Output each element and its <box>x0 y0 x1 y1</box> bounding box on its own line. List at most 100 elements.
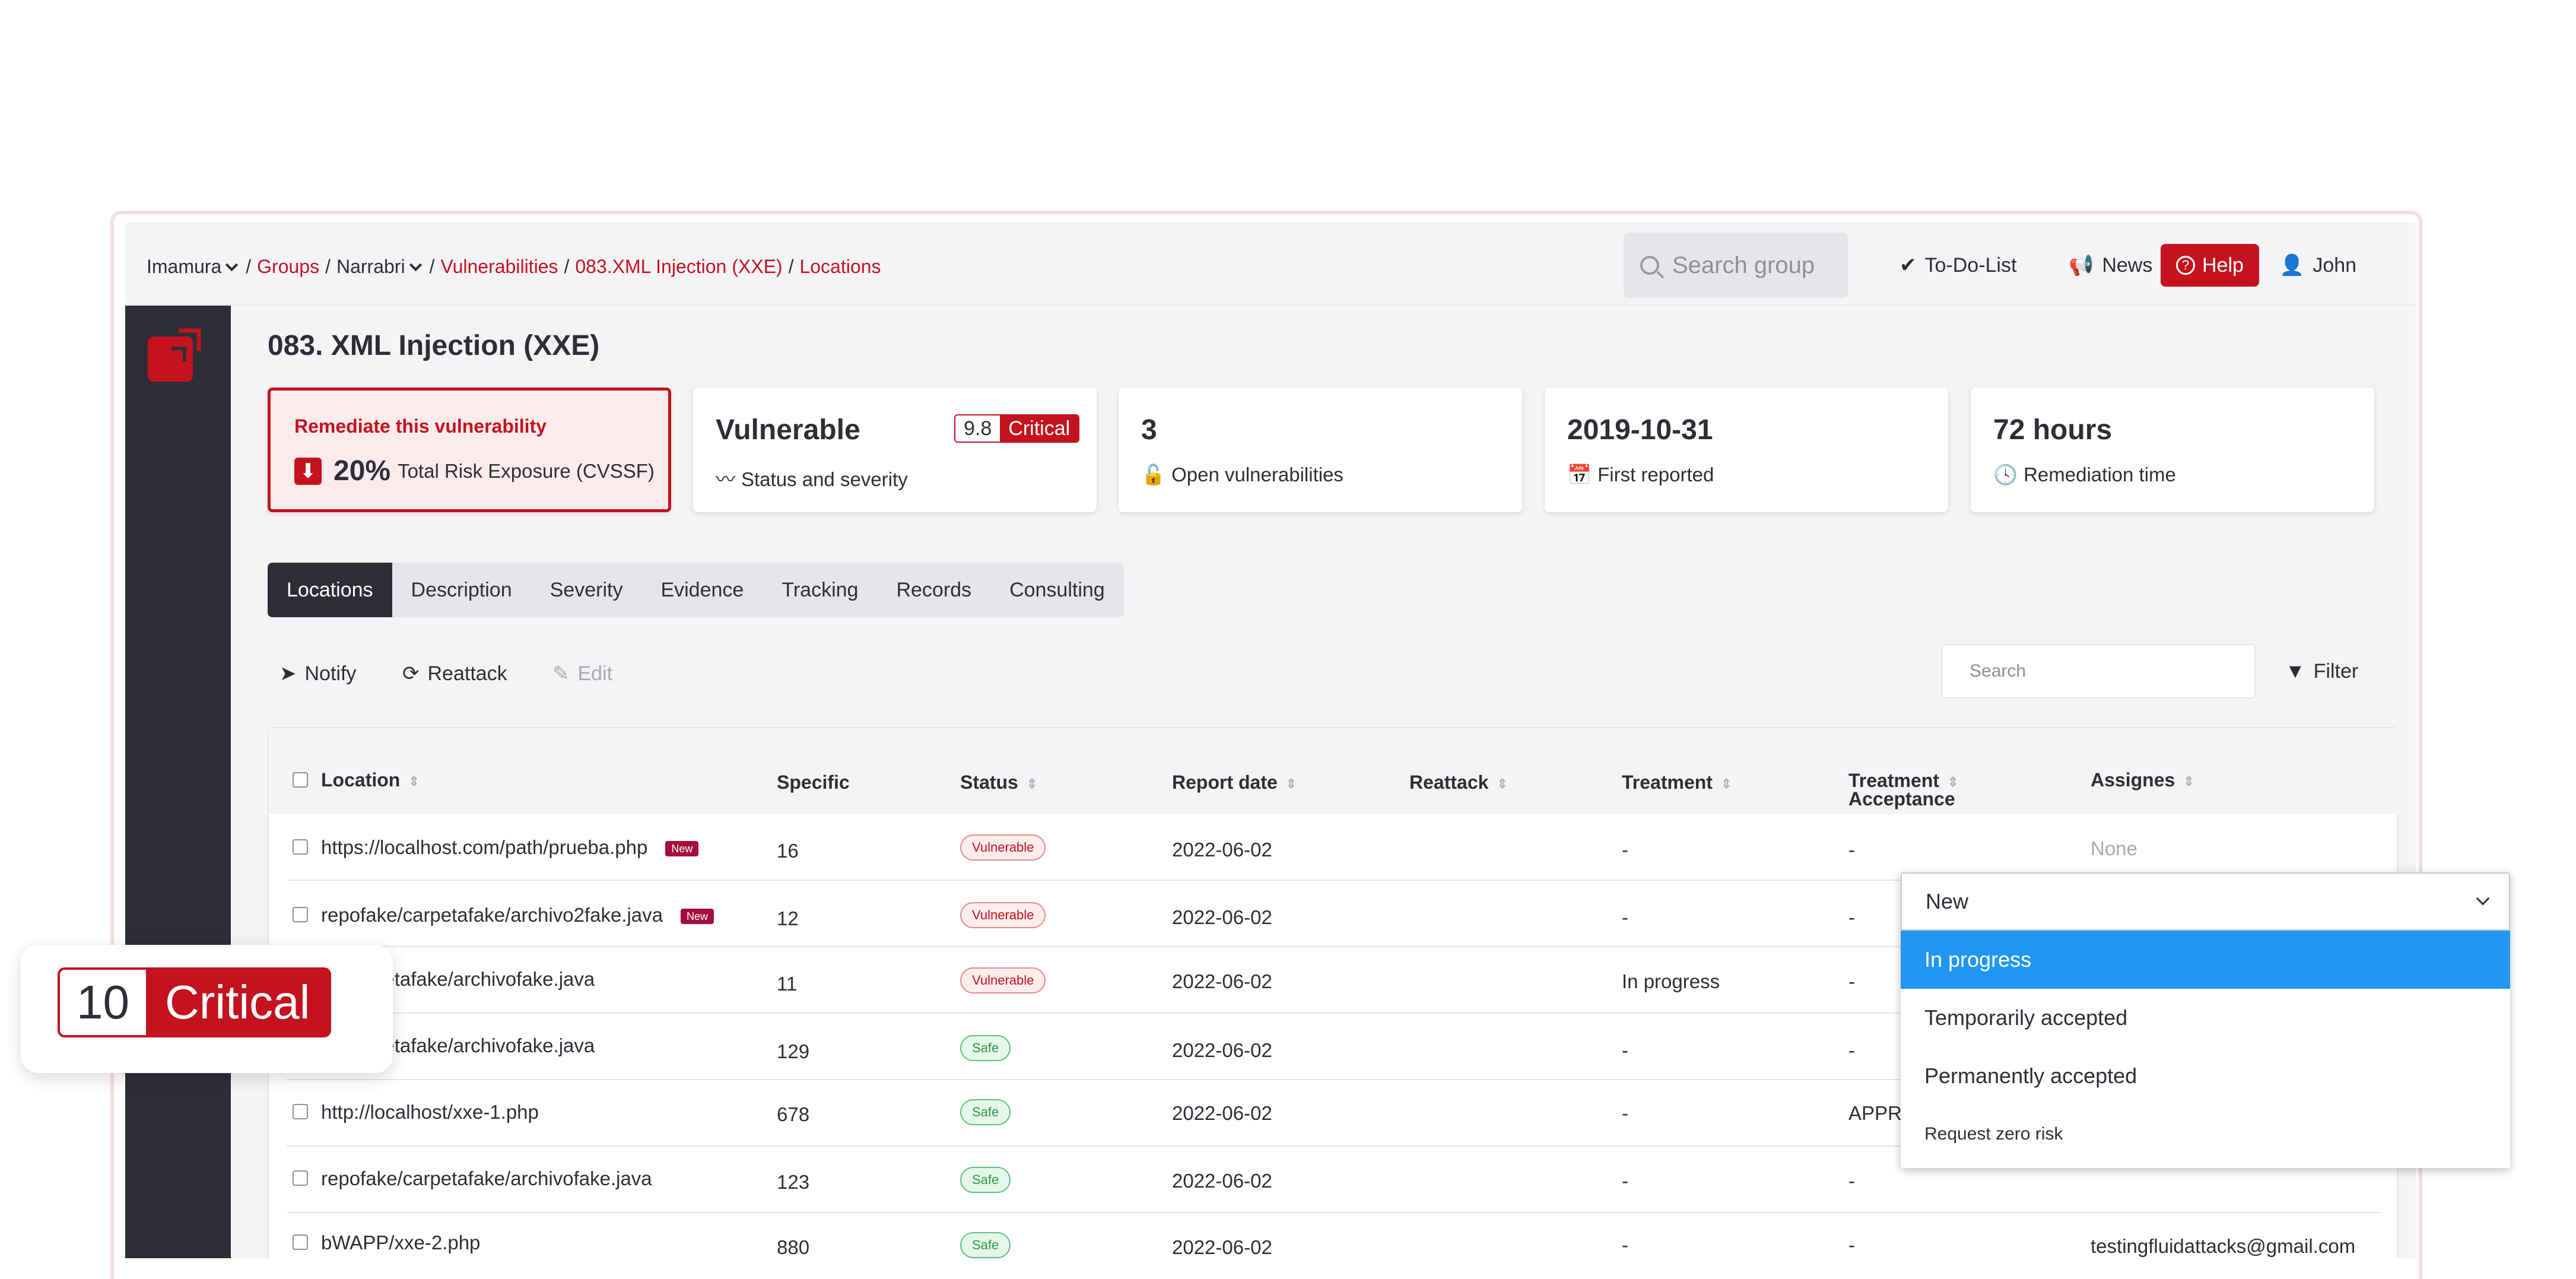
breadcrumb-group[interactable]: Narrabri <box>336 256 405 278</box>
remediate-card[interactable]: Remediate this vulnerability ⬇ 20% Total… <box>268 388 671 512</box>
option-permanently-accepted[interactable]: Permanently accepted <box>1901 1047 2510 1105</box>
reattack-button[interactable]: ⟳ Reattack <box>402 644 507 703</box>
row-specific: 11 <box>777 973 798 995</box>
table-header: Location ⇕ Specific Status ⇕ Report date ⇕ … <box>269 728 2399 814</box>
sort-icon: ⇕ <box>1285 776 1297 791</box>
table-search-placeholder: Search <box>1970 661 2027 681</box>
first-reported-value: 2019-10-31 <box>1567 414 1713 446</box>
row-assignee: testingfluidattacks@gmail.com <box>2091 1235 2356 1257</box>
new-badge: New <box>665 841 699 857</box>
search-group-placeholder: Search group <box>1672 252 1815 278</box>
option-temporarily-accepted[interactable]: Temporarily accepted <box>1901 989 2510 1047</box>
clock-icon: 🕓 <box>1993 464 2018 485</box>
status-badge: Safe <box>960 1035 1011 1061</box>
breadcrumb-current[interactable]: Locations <box>799 256 881 278</box>
todo-list-label: To-Do-List <box>1924 253 2017 277</box>
row-treatment: - <box>1622 1234 1628 1256</box>
remediation-time-card: 72 hours 🕓 Remediation time <box>1971 388 2374 512</box>
critical-count: 10 <box>60 970 146 1035</box>
filter-button[interactable]: ▼ Filter <box>2285 644 2358 699</box>
help-button[interactable]: ? Help <box>2161 244 2259 287</box>
row-checkbox[interactable] <box>293 907 308 922</box>
row-checkbox[interactable] <box>293 1104 308 1119</box>
filter-label: Filter <box>2313 659 2359 683</box>
search-group-input[interactable]: Search group <box>1624 233 1848 298</box>
status-value: Vulnerable <box>716 414 860 446</box>
notify-button[interactable]: ➤ Notify <box>279 644 356 703</box>
breadcrumb-org[interactable]: Imamura <box>147 256 221 278</box>
tab-locations[interactable]: Locations <box>268 563 392 617</box>
chevron-down-icon <box>2476 891 2490 906</box>
row-checkbox[interactable] <box>293 1170 308 1186</box>
arrow-down-icon: ⬇ <box>294 457 322 485</box>
breadcrumb: Imamura / Groups / Narrabri / Vulnerabil… <box>147 255 881 278</box>
row-location: bWAPP/xxe-2.php <box>321 1232 481 1253</box>
tab-records[interactable]: Records <box>877 563 990 617</box>
floating-severity-badge: 10 Critical <box>21 945 393 1073</box>
row-location: https://localhost.com/path/prueba.php New <box>321 836 699 859</box>
remediation-time-label: Remediation time <box>2024 464 2176 485</box>
row-treatment: - <box>1622 1039 1628 1061</box>
tab-evidence[interactable]: Evidence <box>641 563 763 617</box>
edit-button[interactable]: ✎ Edit <box>552 644 612 703</box>
news-link[interactable]: 📢 News <box>2069 240 2152 290</box>
row-acceptance: - <box>1848 970 1855 992</box>
column-reattack[interactable]: Reattack ⇕ <box>1409 772 1508 794</box>
row-checkbox[interactable] <box>293 839 308 855</box>
table-row[interactable]: https://localhost.com/path/prueba.php New… <box>287 814 2381 881</box>
row-treatment: - <box>1622 906 1628 928</box>
column-location[interactable]: Location ⇕ <box>321 770 420 792</box>
tab-severity[interactable]: Severity <box>531 563 642 617</box>
row-treatment: - <box>1622 1102 1628 1124</box>
filter-icon: ▼ <box>2285 659 2305 683</box>
reattack-label: Reattack <box>427 662 507 685</box>
row-checkbox[interactable] <box>293 1234 308 1250</box>
column-report-date[interactable]: Report date ⇕ <box>1172 772 1297 794</box>
column-assignes[interactable]: Assignes ⇕ <box>2091 770 2194 792</box>
notify-label: Notify <box>304 662 357 685</box>
treatment-select[interactable]: New <box>1901 872 2510 931</box>
chevron-down-icon[interactable] <box>225 258 239 271</box>
tab-tracking[interactable]: Tracking <box>763 563 877 617</box>
breadcrumb-groups[interactable]: Groups <box>257 256 319 278</box>
lock-icon: 🔓 <box>1141 464 1166 485</box>
user-menu[interactable]: 👤 John <box>2279 240 2356 290</box>
tab-description[interactable]: Description <box>392 563 531 617</box>
option-in-progress[interactable]: In progress <box>1901 931 2510 989</box>
treatment-dropdown[interactable]: New In progress Temporarily accepted Per… <box>1901 872 2510 1168</box>
severity-score: 9.8 <box>955 415 1000 442</box>
row-specific: 880 <box>777 1236 810 1258</box>
critical-label: Critical <box>145 970 329 1035</box>
table-search-input[interactable]: Search <box>1941 644 2256 699</box>
row-specific: 16 <box>777 840 799 862</box>
status-label: Status and severity <box>741 468 908 490</box>
finding-tabs: Locations Description Severity Evidence … <box>268 563 1124 617</box>
column-treatment-acceptance[interactable]: Treatment ⇕ Acceptance <box>1848 771 1958 808</box>
treatment-selected-value: New <box>1926 889 1969 913</box>
todo-list-link[interactable]: ✔ To-Do-List <box>1900 240 2016 290</box>
select-all-checkbox[interactable] <box>293 772 308 788</box>
breadcrumb-vulnerabilities[interactable]: Vulnerabilities <box>440 256 558 278</box>
row-report-date: 2022-06-02 <box>1172 906 1272 928</box>
table-row[interactable]: bWAPP/xxe-2.php 880 Safe 2022-06-02 - - … <box>287 1213 2381 1258</box>
column-treatment[interactable]: Treatment ⇕ <box>1622 772 1732 794</box>
remediation-time-value: 72 hours <box>1993 414 2113 446</box>
row-report-date: 2022-06-02 <box>1172 839 1272 861</box>
row-report-date: 2022-06-02 <box>1172 1236 1272 1258</box>
option-request-zero-risk[interactable]: Request zero risk <box>1901 1105 2510 1163</box>
send-icon: ➤ <box>279 662 297 685</box>
sidebar <box>125 306 231 1258</box>
row-location: http://localhost/xxe-1.php <box>321 1101 539 1123</box>
row-assignee: None <box>2091 837 2137 859</box>
new-badge: New <box>681 909 714 925</box>
breadcrumb-finding[interactable]: 083.XML Injection (XXE) <box>575 256 782 278</box>
row-treatment: - <box>1622 1170 1628 1192</box>
chevron-down-icon[interactable] <box>409 258 422 271</box>
tab-consulting[interactable]: Consulting <box>990 563 1124 617</box>
sort-icon: ⇕ <box>1720 776 1732 791</box>
app-logo-icon[interactable] <box>148 328 201 382</box>
question-icon: ? <box>2176 256 2195 275</box>
check-icon: ✔ <box>1900 254 1917 277</box>
status-badge: Safe <box>960 1167 1011 1193</box>
column-status[interactable]: Status ⇕ <box>960 772 1037 794</box>
